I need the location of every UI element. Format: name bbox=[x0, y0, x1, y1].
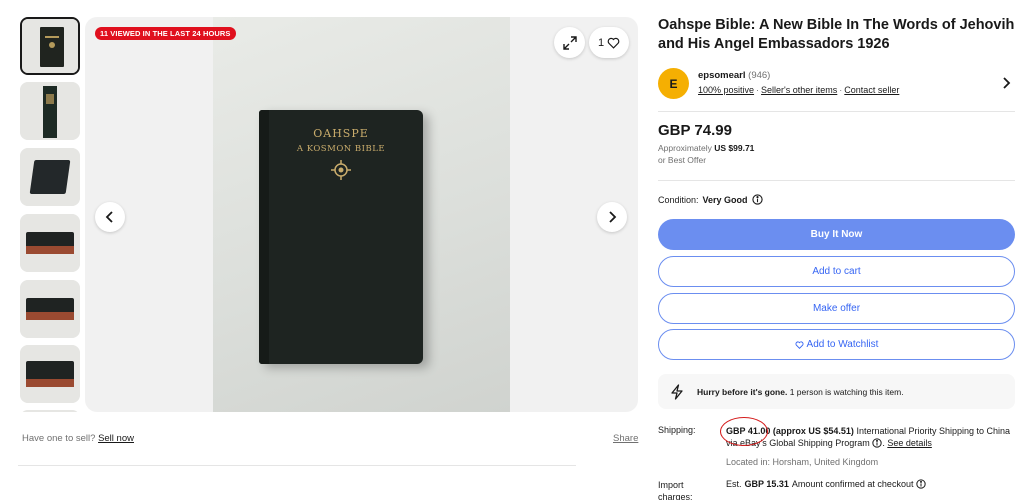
chevron-right-icon bbox=[1003, 77, 1011, 89]
lightning-icon bbox=[671, 383, 683, 400]
buy-it-now-button[interactable]: Buy It Now bbox=[658, 219, 1015, 250]
import-charges-value: Est. GBP 15.31 Amount confirmed at check… bbox=[726, 479, 927, 489]
feedback-count: (946) bbox=[748, 70, 771, 81]
import-charges-label: Import charges: bbox=[658, 480, 693, 500]
book-cover-title: OAHSPE bbox=[313, 127, 369, 140]
thumbnail-book-front bbox=[40, 27, 64, 67]
condition-value: Very Good bbox=[702, 194, 748, 205]
info-icon[interactable] bbox=[751, 194, 763, 205]
condition-label: Condition: bbox=[658, 194, 699, 205]
thumbnail-book-flat bbox=[26, 361, 74, 387]
info-icon[interactable] bbox=[872, 438, 882, 448]
previous-image-button[interactable] bbox=[95, 202, 125, 232]
watch-heart-button[interactable]: 1 bbox=[589, 27, 629, 58]
thumbnail-4[interactable] bbox=[20, 214, 80, 272]
divider bbox=[658, 180, 1015, 181]
add-to-watchlist-label: Add to Watchlist bbox=[806, 339, 879, 350]
shipping-label: Shipping: bbox=[658, 425, 696, 435]
expand-icon bbox=[562, 35, 577, 50]
listing-title: Oahspe Bible: A New Bible In The Words o… bbox=[658, 17, 1015, 52]
import-prefix: Est. bbox=[726, 479, 742, 489]
best-offer-text: or Best Offer bbox=[658, 155, 707, 165]
thumbnail-2[interactable] bbox=[20, 82, 80, 140]
seller-links: 100% positive · Seller's other items · Conta… bbox=[698, 85, 900, 95]
thumbnail-strip bbox=[20, 17, 80, 412]
thumbnail-book-flat bbox=[26, 232, 74, 254]
viewed-badge: 11 VIEWED IN THE LAST 24 HOURS bbox=[95, 27, 236, 40]
hurry-banner: Hurry before it's gone. 1 person is watc… bbox=[658, 374, 1015, 409]
thumbnail-book-flat bbox=[26, 298, 74, 320]
thumbnail-5[interactable] bbox=[20, 280, 80, 338]
shipping-amount-text: GBP 41.00 bbox=[726, 426, 771, 436]
contact-seller-link[interactable]: Contact seller bbox=[844, 85, 899, 95]
have-one-to-sell: Have one to sell? Sell now bbox=[22, 433, 134, 444]
approx-prefix: Approximately bbox=[658, 143, 712, 153]
seller-card[interactable]: E epsomearl (946) 100% positive · Seller's… bbox=[658, 65, 1018, 107]
book-photo: OAHSPE A KOSMON BIBLE bbox=[259, 110, 423, 364]
hurry-detail: 1 person is watching this item. bbox=[789, 386, 904, 397]
thumbnail-6[interactable] bbox=[20, 345, 80, 403]
divider bbox=[18, 465, 576, 466]
approx-price: Approximately US $99.71 bbox=[658, 143, 754, 153]
price: GBP 74.99 bbox=[658, 122, 732, 139]
chevron-left-icon bbox=[105, 211, 113, 223]
import-text: Amount confirmed at checkout bbox=[791, 479, 914, 489]
shipping-approx: (approx US $54.51) bbox=[772, 426, 854, 436]
approx-value: US $99.71 bbox=[714, 143, 755, 153]
main-image-gallery: OAHSPE A KOSMON BIBLE 11 VIEWED IN THE L… bbox=[85, 17, 638, 412]
have-one-text: Have one to sell? bbox=[22, 433, 96, 444]
watch-count: 1 bbox=[597, 36, 605, 49]
make-offer-button[interactable]: Make offer bbox=[658, 293, 1015, 324]
condition-row: Condition: Very Good bbox=[658, 194, 763, 205]
share-link[interactable]: Share bbox=[613, 433, 638, 444]
next-image-button[interactable] bbox=[597, 202, 627, 232]
item-location: Located in: Horsham, United Kingdom bbox=[726, 457, 879, 467]
seller-name[interactable]: epsomearl (946) bbox=[698, 70, 770, 81]
thumbnail-image bbox=[20, 410, 80, 412]
import-amount: GBP 15.31 bbox=[744, 479, 789, 489]
expand-button[interactable] bbox=[554, 27, 585, 58]
avatar: E bbox=[658, 68, 689, 99]
book-cover-subtitle: A KOSMON BIBLE bbox=[296, 144, 386, 154]
thumbnail-1[interactable] bbox=[20, 17, 80, 75]
add-to-watchlist-button[interactable]: Add to Watchlist bbox=[658, 329, 1015, 360]
emblem-icon bbox=[331, 160, 351, 180]
shipping-amount: GBP 41.00 bbox=[720, 417, 771, 446]
thumbnail-book-spine bbox=[43, 86, 57, 138]
thumbnail-book-angled bbox=[29, 160, 71, 194]
hurry-bold: Hurry before it's gone. bbox=[697, 386, 788, 397]
heart-icon bbox=[795, 340, 804, 349]
thumbnail-7-partial[interactable] bbox=[20, 410, 80, 412]
main-product-image[interactable]: OAHSPE A KOSMON BIBLE bbox=[213, 17, 510, 412]
add-to-cart-button[interactable]: Add to cart bbox=[658, 256, 1015, 287]
seller-username: epsomearl bbox=[698, 70, 746, 81]
heart-icon bbox=[607, 37, 620, 49]
thumbnail-3[interactable] bbox=[20, 148, 80, 206]
info-icon[interactable] bbox=[916, 479, 927, 489]
see-details-link[interactable]: See details bbox=[887, 438, 932, 448]
seller-other-items-link[interactable]: Seller's other items bbox=[761, 85, 837, 95]
divider bbox=[658, 111, 1015, 112]
sell-now-link[interactable]: Sell now bbox=[98, 433, 134, 444]
positive-feedback-link[interactable]: 100% positive bbox=[698, 85, 754, 95]
hurry-text: Hurry before it's gone. 1 person is watc… bbox=[697, 387, 904, 397]
shipping-value: GBP 41.00 (approx US $54.51) Internation… bbox=[720, 417, 1016, 449]
chevron-right-icon bbox=[609, 211, 617, 223]
